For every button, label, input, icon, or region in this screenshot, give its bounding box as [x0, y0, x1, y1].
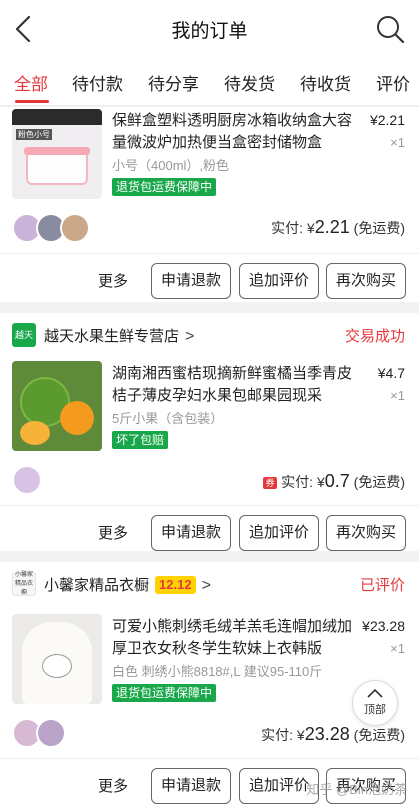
shop-name[interactable]: 小馨家精品衣橱 12.12 >	[44, 574, 211, 595]
product-quantity: ×1	[390, 135, 405, 150]
rebuy-button[interactable]: 再次购买	[326, 263, 406, 299]
product-quantity: ×1	[390, 641, 405, 656]
guarantee-tag: 退货包运费保障中	[112, 684, 217, 702]
order-status: 已评价	[359, 577, 405, 594]
product-price: ¥2.21	[369, 112, 405, 128]
product-spec: 白色 刺绣小熊8818#,L 建议95-110斤	[112, 664, 323, 679]
order-actions: 更多 申请退款 追加评价 再次购买	[0, 505, 419, 559]
order-card: 小馨家精品衣橱 小馨家精品衣橱 12.12 > 已评价 可爱小熊刺绣毛绒羊羔毛连帽加…	[0, 562, 419, 810]
order-card: 越天 越天水果生鲜专营店 > 交易成功 湖南湘西蜜桔现摘新鲜蜜橘当季青皮桔子薄皮孕…	[0, 313, 419, 551]
back-to-top-label: 顶部	[364, 704, 386, 716]
avatar	[60, 213, 90, 243]
product-title[interactable]: 保鲜盒塑料透明厨房冰箱收纳盒大容量微波炉加热便当盒密封储物盒	[112, 110, 362, 154]
avatar	[36, 718, 66, 748]
tab-review[interactable]: 评价	[376, 70, 410, 95]
product-title[interactable]: 湖南湘西蜜桔现摘新鲜蜜橘当季青皮桔子薄皮孕妇水果包邮果园现采	[112, 363, 362, 407]
search-icon[interactable]	[375, 14, 405, 44]
more-link[interactable]: 更多	[98, 522, 128, 543]
more-link[interactable]: 更多	[98, 270, 128, 291]
shop-name[interactable]: 越天水果生鲜专营店 >	[44, 325, 194, 346]
shop-logo: 越天	[12, 323, 36, 347]
watermark: 知乎 @Bin泡奶茶	[306, 782, 407, 797]
tab-pending-shipment[interactable]: 待发货	[224, 70, 275, 95]
order-tabs: 全部 待付款 待分享 待发货 待收货 评价	[0, 58, 419, 106]
paid-amount: 券实付: ¥0.7 (免运费)	[263, 471, 405, 492]
rebuy-button[interactable]: 再次购买	[326, 515, 406, 551]
product-price: ¥4.7	[377, 365, 405, 381]
product-title[interactable]: 可爱小熊刺绣毛绒羊羔毛连帽加绒加厚卫衣女秋冬学生软妹上衣韩版	[112, 616, 362, 660]
shop-row[interactable]: 越天 越天水果生鲜专营店 > 交易成功	[0, 313, 419, 357]
thumb-label: 粉色小号	[16, 129, 52, 140]
top-bar: 我的订单	[0, 0, 419, 58]
paid-amount: 实付: ¥2.21 (免运费)	[271, 217, 405, 237]
chevron-right-icon: >	[201, 577, 211, 594]
product-thumbnail[interactable]: 粉色小号	[12, 109, 102, 199]
more-link[interactable]: 更多	[98, 775, 128, 796]
paid-amount: 实付: ¥23.28 (免运费)	[261, 724, 405, 744]
order-actions: 更多 申请退款 追加评价 再次购买	[0, 253, 419, 307]
shop-row[interactable]: 小馨家精品衣橱 小馨家精品衣橱 12.12 > 已评价	[0, 562, 419, 606]
add-review-button[interactable]: 追加评价	[239, 263, 319, 299]
coupon-icon: 券	[263, 477, 278, 489]
product-thumbnail[interactable]	[12, 614, 102, 704]
page-title: 我的订单	[171, 21, 248, 42]
add-review-button[interactable]: 追加评价	[239, 515, 319, 551]
shop-logo: 小馨家精品衣橱	[12, 572, 36, 596]
chevron-right-icon: >	[185, 328, 195, 345]
refund-button[interactable]: 申请退款	[151, 263, 231, 299]
product-price: ¥23.28	[362, 618, 405, 634]
tab-pending-share[interactable]: 待分享	[148, 70, 199, 95]
tab-all[interactable]: 全部	[14, 70, 48, 95]
refund-button[interactable]: 申请退款	[151, 768, 231, 804]
guarantee-tag: 退货包运费保障中	[112, 178, 217, 196]
guarantee-tag: 坏了包赔	[112, 431, 169, 449]
product-spec: 小号（400ml）,粉色	[112, 158, 230, 173]
order-status: 交易成功	[344, 328, 405, 345]
tab-pending-payment[interactable]: 待付款	[72, 70, 123, 95]
product-spec: 5斤小果（含包装）	[112, 411, 224, 426]
order-card: 粉色小号 保鲜盒塑料透明厨房冰箱收纳盒大容量微波炉加热便当盒密封储物盒 ¥2.2…	[0, 107, 419, 302]
chevron-up-icon	[367, 688, 383, 698]
back-to-top-button[interactable]: 顶部	[352, 680, 398, 726]
product-quantity: ×1	[390, 388, 405, 403]
product-thumbnail[interactable]	[12, 361, 102, 451]
promo-badge: 12.12	[155, 576, 196, 594]
tab-active-indicator	[15, 100, 49, 103]
avatar	[12, 465, 42, 495]
tab-pending-receipt[interactable]: 待收货	[300, 70, 351, 95]
refund-button[interactable]: 申请退款	[151, 515, 231, 551]
